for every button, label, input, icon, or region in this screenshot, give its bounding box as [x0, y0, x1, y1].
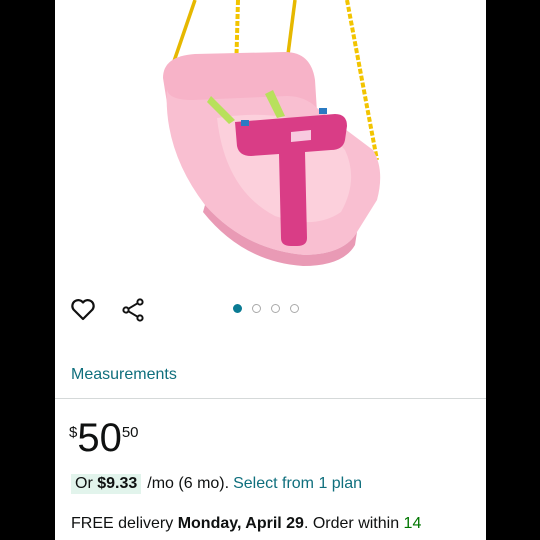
share-icon[interactable]	[119, 296, 147, 324]
divider	[55, 398, 486, 399]
heart-icon[interactable]	[69, 296, 97, 324]
carousel-dot[interactable]	[271, 304, 280, 313]
price-symbol: $	[69, 424, 78, 441]
select-plan-link[interactable]: Select from 1 plan	[233, 475, 362, 493]
product-screen: Measurements $ 50 50 Or $9.33 /mo (6 mo)…	[55, 0, 486, 540]
price: $ 50 50	[69, 418, 139, 458]
delivery-date: Monday, April 29	[177, 515, 304, 532]
delivery-info: FREE delivery Monday, April 29. Order wi…	[71, 515, 421, 533]
plan-highlight: Or $9.33	[71, 474, 142, 494]
carousel-dot[interactable]	[252, 304, 261, 313]
price-fraction: 50	[121, 424, 139, 441]
delivery-suffix: . Order within	[303, 515, 400, 532]
installment-plan: Or $9.33 /mo (6 mo). Select from 1 plan	[71, 474, 362, 494]
product-image[interactable]	[55, 0, 486, 290]
delivery-time-left: 14	[403, 515, 422, 532]
carousel-dot[interactable]	[290, 304, 299, 313]
plan-amount: $9.33	[97, 475, 138, 492]
delivery-prefix: FREE delivery	[71, 515, 174, 532]
plan-term: /mo (6 mo).	[147, 475, 230, 492]
plan-prefix: Or	[75, 475, 93, 492]
swing-illustration	[163, 0, 381, 266]
carousel-indicator	[233, 304, 299, 313]
product-actions	[69, 296, 147, 324]
measurements-link[interactable]: Measurements	[71, 366, 177, 384]
price-whole: 50	[77, 416, 122, 460]
carousel-dot[interactable]	[233, 304, 242, 313]
